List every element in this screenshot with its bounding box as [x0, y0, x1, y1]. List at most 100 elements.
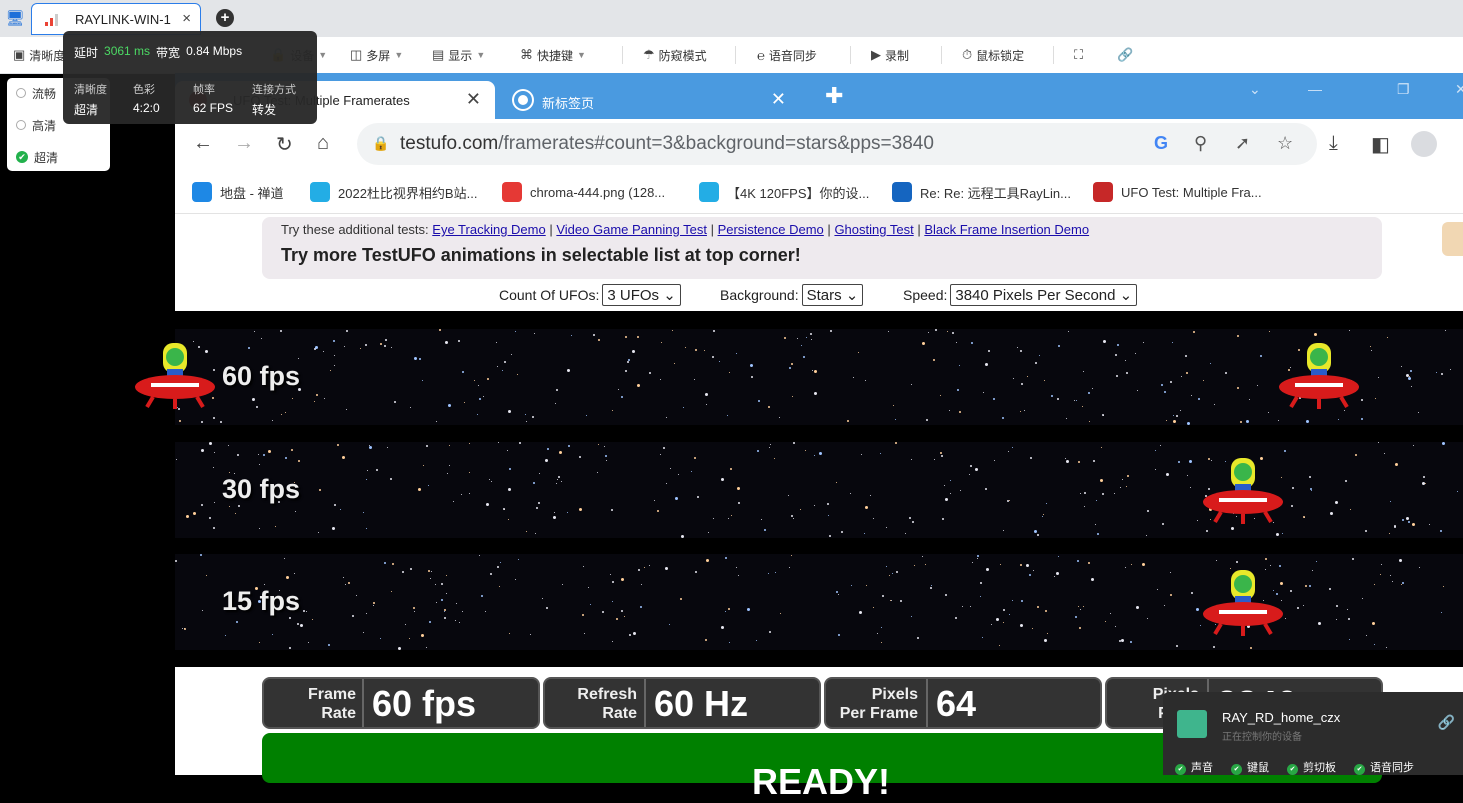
- remote-desktop-icon[interactable]: 🖥: [4, 6, 26, 30]
- link-eye-tracking[interactable]: Eye Tracking Demo: [432, 222, 545, 237]
- home-icon[interactable]: ⌂: [317, 132, 329, 155]
- bookmark-item[interactable]: Re: Re: 远程工具RayLin...: [892, 182, 1071, 202]
- multiscreen-button[interactable]: ◫ 多屏 ▼: [350, 37, 403, 73]
- star: [775, 572, 776, 573]
- star: [1057, 398, 1059, 400]
- link-ghosting[interactable]: Ghosting Test: [834, 222, 913, 237]
- stat-value: 超清: [74, 103, 99, 117]
- new-tab-button[interactable]: ✚: [825, 83, 843, 109]
- fullscreen-button[interactable]: ⛶: [1074, 37, 1083, 73]
- bookmark-item[interactable]: 地盘 - 禅道: [192, 182, 284, 202]
- speed-select[interactable]: 3840 Pixels Per Second ⌄: [950, 284, 1138, 306]
- star: [1045, 610, 1047, 612]
- background-select[interactable]: Stars ⌄: [801, 284, 864, 306]
- star: [1051, 395, 1053, 397]
- link-persistence[interactable]: Persistence Demo: [718, 222, 824, 237]
- star: [1078, 461, 1080, 463]
- option-voice-sync[interactable]: 语音同步: [1354, 759, 1414, 775]
- link-icon[interactable]: 🔗: [1438, 714, 1455, 731]
- peep-mode-button[interactable]: ☂ 防窥模式: [643, 37, 707, 73]
- star: [1096, 500, 1097, 501]
- minimize-icon[interactable]: —: [1308, 81, 1322, 97]
- star: [444, 609, 446, 611]
- browser-tab-newtab[interactable]: 新标签页 ✕: [500, 81, 800, 119]
- star: [1127, 475, 1129, 477]
- display-button[interactable]: ▤ 显示 ▼: [432, 37, 485, 73]
- omnibox[interactable]: 🔒 testufo.com/framerates#count=3&backgro…: [357, 123, 1317, 165]
- profile-avatar[interactable]: [1411, 131, 1437, 157]
- sidepanel-icon[interactable]: ◧: [1371, 132, 1390, 157]
- close-icon[interactable]: ✕: [466, 89, 481, 110]
- link-black-frame-insertion[interactable]: Black Frame Insertion Demo: [924, 222, 1089, 237]
- star: [738, 575, 739, 576]
- side-tab-handle[interactable]: [1442, 222, 1463, 256]
- close-icon[interactable]: ×: [182, 10, 191, 27]
- disconnect-button[interactable]: 🔗: [1117, 37, 1133, 73]
- star: [1147, 510, 1149, 512]
- back-icon[interactable]: ←: [193, 132, 213, 155]
- clarity-button[interactable]: ▣ 清晰度: [13, 37, 65, 73]
- google-icon[interactable]: G: [1154, 133, 1168, 154]
- bookmark-item[interactable]: UFO Test: Multiple Fra...: [1093, 182, 1262, 202]
- star: [1276, 533, 1279, 536]
- star: [1187, 422, 1190, 425]
- star: [1338, 419, 1339, 420]
- star: [334, 365, 335, 366]
- star: [1436, 372, 1437, 373]
- share-icon[interactable]: ➚: [1235, 133, 1250, 154]
- star: [695, 349, 697, 351]
- star: [895, 442, 897, 444]
- star: [430, 578, 431, 579]
- bookmark-item[interactable]: 【4K 120FPS】你的设...: [699, 182, 869, 202]
- star: [376, 469, 378, 471]
- bookmark-item[interactable]: chroma-444.png (128...: [502, 182, 665, 202]
- quality-option-hd[interactable]: 高清: [16, 115, 56, 135]
- download-icon[interactable]: ⤓: [1329, 132, 1338, 155]
- count-select[interactable]: 3 UFOs ⌄: [602, 284, 681, 306]
- restore-icon[interactable]: ❐: [1397, 81, 1410, 98]
- star: [373, 602, 375, 604]
- star: [405, 624, 406, 625]
- quality-option-smooth[interactable]: 流畅: [16, 83, 56, 103]
- panel-label: Pixels Per Frame: [834, 685, 918, 723]
- star: [621, 578, 624, 581]
- star: [956, 342, 957, 343]
- speed-label: Speed:: [903, 287, 948, 303]
- chevron-down-icon[interactable]: ⌄: [1249, 81, 1261, 98]
- zoom-icon[interactable]: ⚲: [1194, 133, 1207, 154]
- star: [392, 563, 394, 565]
- star: [747, 608, 750, 611]
- star: [827, 503, 829, 505]
- shortcut-button[interactable]: ⌘ 快捷键 ▼: [520, 37, 586, 73]
- star: [1020, 350, 1022, 352]
- link-separator: |: [827, 222, 831, 237]
- star: [1329, 588, 1331, 590]
- star-icon[interactable]: ☆: [1277, 133, 1293, 154]
- star: [1178, 461, 1180, 463]
- star: [1381, 564, 1382, 565]
- menu-icon[interactable]: ⋮: [1455, 132, 1463, 157]
- close-window-icon[interactable]: ✕: [1455, 81, 1463, 98]
- url-text[interactable]: testufo.com/framerates#count=3&backgroun…: [400, 133, 934, 155]
- bookmark-item[interactable]: 2022杜比视界相约B站...: [310, 182, 477, 202]
- star: [435, 584, 436, 585]
- option-keyboard-mouse[interactable]: 键鼠: [1231, 759, 1269, 775]
- star: [477, 414, 478, 415]
- record-button[interactable]: ▶ 录制: [871, 37, 909, 73]
- chevron-down-icon: ▼: [476, 50, 486, 60]
- quality-option-uhd[interactable]: ✔ 超清: [16, 147, 58, 167]
- add-tab-button[interactable]: +: [216, 9, 234, 27]
- link-video-game-panning[interactable]: Video Game Panning Test: [556, 222, 707, 237]
- bandwidth-value: 0.84 Mbps: [186, 44, 243, 58]
- option-sound[interactable]: 声音: [1175, 759, 1213, 775]
- star: [236, 621, 238, 623]
- mouse-lock-button[interactable]: ⏱ 鼠标锁定: [962, 37, 1024, 73]
- star: [1314, 333, 1317, 336]
- star: [366, 479, 367, 480]
- reload-icon[interactable]: ↻: [276, 132, 293, 157]
- star: [1318, 622, 1321, 625]
- option-clipboard[interactable]: 剪切板: [1287, 759, 1336, 775]
- voice-sync-button[interactable]: ℮ 语音同步: [757, 37, 817, 73]
- close-icon[interactable]: ✕: [771, 89, 786, 110]
- forward-icon[interactable]: →: [234, 132, 254, 155]
